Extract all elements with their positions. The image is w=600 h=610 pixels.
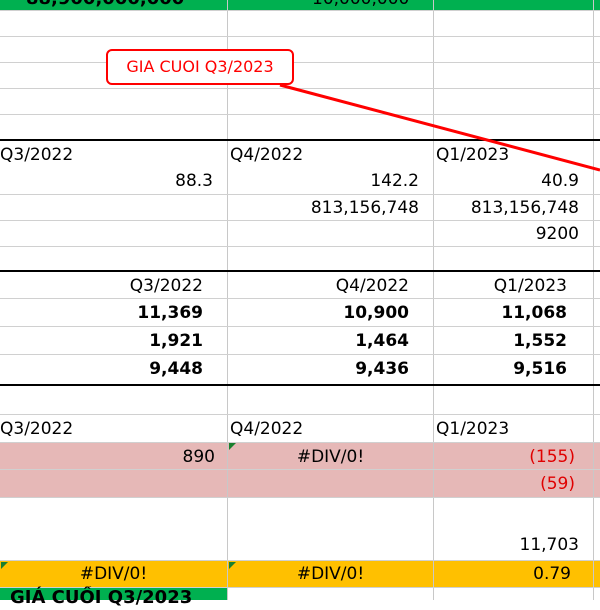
b2-r2-c1[interactable]: 1,464 bbox=[228, 328, 433, 354]
b2-header-q4-2022[interactable]: Q4/2022 bbox=[228, 273, 433, 299]
b1-r1-c0[interactable]: 88.3 bbox=[0, 168, 227, 194]
b3-r2-c2[interactable]: (59) bbox=[434, 471, 593, 497]
b2-r1-c0[interactable]: 11,369 bbox=[0, 300, 227, 326]
b2-r1-c2[interactable]: 11,068 bbox=[434, 300, 593, 326]
b3-r1-c0[interactable]: 890 bbox=[0, 444, 227, 470]
b3-r4-c1[interactable]: #DIV/0! bbox=[228, 561, 433, 587]
price-callout-label[interactable]: GIA CUOI Q3/2023 bbox=[106, 49, 294, 85]
b3-header-q3-2022[interactable]: Q3/2022 bbox=[0, 416, 226, 442]
b1-r1-c1[interactable]: 142.2 bbox=[228, 168, 433, 194]
block2-top-border bbox=[0, 270, 600, 272]
b3-header-q1-2023[interactable]: Q1/2023 bbox=[436, 416, 592, 442]
b3-r1-c1[interactable]: #DIV/0! bbox=[228, 444, 433, 470]
b2-r3-c0[interactable]: 9,448 bbox=[0, 356, 227, 382]
b3-r4-c2[interactable]: 0.79 bbox=[434, 561, 593, 587]
b2-r3-c2[interactable]: 9,516 bbox=[434, 356, 593, 382]
b2-header-q1-2023[interactable]: Q1/2023 bbox=[434, 273, 593, 299]
b3-r1-c2[interactable]: (155) bbox=[434, 444, 593, 470]
spreadsheet-grid[interactable]: 88,900,000,000 10,000,000 Q3/2022 Q4/202… bbox=[0, 0, 600, 608]
b2-header-q3-2022[interactable]: Q3/2022 bbox=[0, 273, 227, 299]
b2-r2-c2[interactable]: 1,552 bbox=[434, 328, 593, 354]
b3-r3-c2[interactable]: 11,703 bbox=[434, 532, 593, 558]
b1-header-q4-2022[interactable]: Q4/2022 bbox=[230, 142, 432, 168]
b2-r2-c0[interactable]: 1,921 bbox=[0, 328, 227, 354]
block2-bottom-border bbox=[0, 384, 600, 386]
b3-header-q4-2022[interactable]: Q4/2022 bbox=[230, 416, 432, 442]
top-cell-c0[interactable]: 88,900,000,000 bbox=[26, 0, 226, 12]
bottom-price-label[interactable]: GIÁ CUỐI Q3/2023 bbox=[10, 586, 226, 610]
b2-r3-c1[interactable]: 9,436 bbox=[228, 356, 433, 382]
column-border bbox=[593, 0, 594, 600]
b1-header-q3-2022[interactable]: Q3/2022 bbox=[0, 142, 226, 168]
b1-r2-c2[interactable]: 813,156,748 bbox=[434, 195, 593, 221]
b1-r1-c2[interactable]: 40.9 bbox=[434, 168, 593, 194]
b2-r1-c1[interactable]: 10,900 bbox=[228, 300, 433, 326]
top-cell-c1[interactable]: 10,000,000 bbox=[312, 0, 432, 12]
b1-r2-c1[interactable]: 813,156,748 bbox=[228, 195, 433, 221]
b3-r4-c0[interactable]: #DIV/0! bbox=[0, 561, 227, 587]
block1-top-border bbox=[0, 139, 600, 141]
b1-header-q1-2023[interactable]: Q1/2023 bbox=[436, 142, 592, 168]
b1-r3-c2[interactable]: 9200 bbox=[434, 221, 593, 247]
